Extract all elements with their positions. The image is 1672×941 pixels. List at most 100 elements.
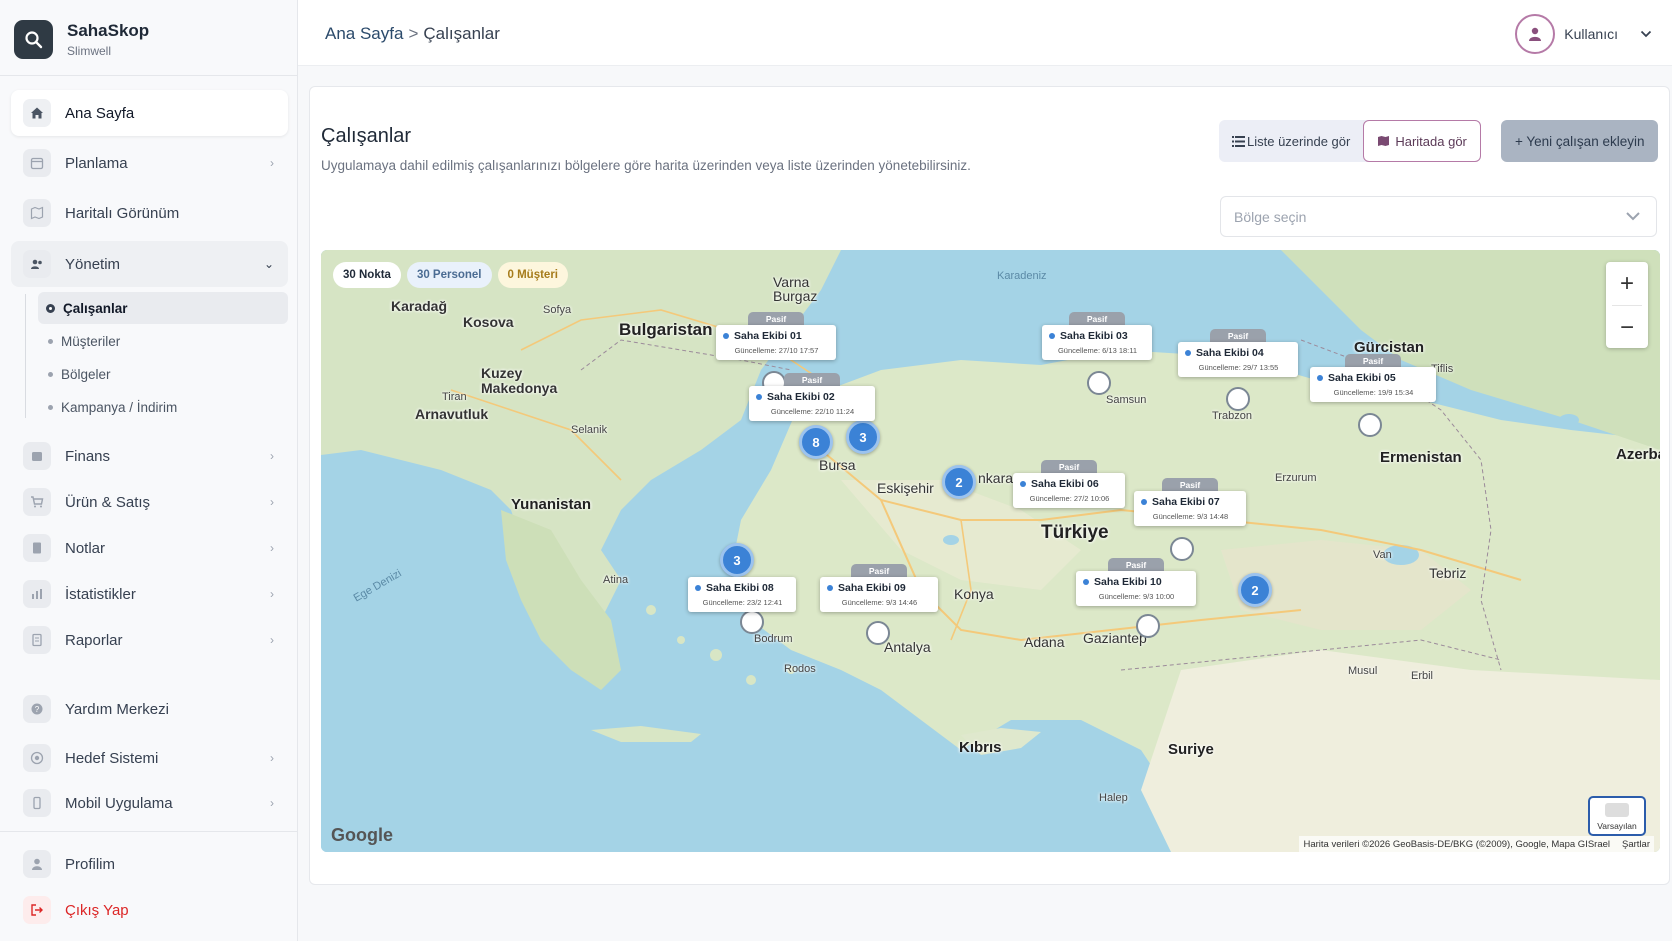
- zoom-in-button[interactable]: +: [1606, 262, 1648, 305]
- terms-link[interactable]: Şartlar: [1622, 839, 1650, 850]
- map-type-button[interactable]: Varsayılan: [1588, 796, 1646, 836]
- sidebar-item-mobile-app[interactable]: Mobil Uygulama ›: [11, 780, 288, 826]
- employee-name: Saha Ekibi 01: [723, 330, 830, 342]
- employee-name: Saha Ekibi 09: [827, 582, 932, 594]
- sidebar-item-finance[interactable]: Finans ›: [11, 433, 288, 479]
- location-pin-icon[interactable]: [1136, 614, 1160, 638]
- sidebar-item-target-system[interactable]: Hedef Sistemi ›: [11, 735, 288, 781]
- region-select[interactable]: Bölge seçin: [1220, 196, 1657, 237]
- map-thumbnail-icon: [1605, 803, 1629, 817]
- location-pin-icon[interactable]: [1226, 387, 1250, 411]
- map-stats: 30 Nokta 30 Personel 0 Müşteri: [333, 262, 569, 288]
- map-label-city: Samsun: [1106, 394, 1147, 406]
- employee-marker[interactable]: Pasif Saha Ekibi 10 Güncelleme: 9/3 10:00: [1076, 558, 1196, 606]
- sidebar-item-statistics[interactable]: İstatistikler ›: [11, 571, 288, 617]
- map-label-country: Arnavutluk: [415, 406, 489, 422]
- sub-item-employees[interactable]: Çalışanlar: [38, 292, 288, 324]
- chevron-right-icon: ›: [270, 796, 274, 810]
- cluster-marker[interactable]: 2: [942, 465, 976, 499]
- sidebar-item-label: Yönetim: [65, 255, 121, 273]
- sidebar-item-label: Notlar: [65, 539, 106, 557]
- location-pin-icon[interactable]: [866, 621, 890, 645]
- sidebar-item-reports[interactable]: Raporlar ›: [11, 617, 288, 663]
- sub-item-label: Müşteriler: [61, 333, 121, 349]
- bullet-icon: [48, 371, 53, 377]
- sidebar-item-logout[interactable]: Çıkış Yap: [11, 887, 288, 933]
- attribution-text: Harita verileri ©2026 GeoBasis-DE/BKG (©…: [1303, 838, 1611, 850]
- sidebar-item-product-sales[interactable]: Ürün & Satış ›: [11, 479, 288, 525]
- map-label-country: Yunanistan: [511, 496, 592, 513]
- status-badge: Pasif: [851, 564, 907, 577]
- sidebar-item-help[interactable]: ? Yardım Merkezi: [11, 686, 288, 732]
- bullet-icon: [48, 338, 53, 344]
- list-view-button[interactable]: Liste üzerinde gör: [1219, 120, 1363, 162]
- location-pin-icon[interactable]: [1087, 371, 1111, 395]
- last-updated: Güncelleme: 23/2 12:41: [702, 598, 783, 607]
- employees-map[interactable]: Karadeniz Ege Denizi Bulgaristan Türkiye…: [321, 250, 1660, 852]
- employee-marker[interactable]: Pasif Saha Ekibi 06 Güncelleme: 27/2 10:0…: [1013, 460, 1125, 508]
- region-select-placeholder: Bölge seçin: [1234, 208, 1307, 225]
- view-toggle: Liste üzerinde gör Haritada gör: [1219, 120, 1481, 162]
- map-label-city: Trabzon: [1212, 410, 1252, 422]
- employee-marker[interactable]: Pasif Saha Ekibi 09 Güncelleme: 9/3 14:46: [820, 564, 938, 612]
- brand-name: SahaSkop: [67, 21, 150, 40]
- map-label-country: Kıbrıs: [959, 739, 1002, 756]
- map-label-city: Selanik: [571, 424, 608, 436]
- sub-item-customers[interactable]: Müşteriler: [38, 325, 288, 357]
- map-label-sea: Karadeniz: [997, 270, 1047, 282]
- add-employee-button[interactable]: + Yeni çalışan ekleyin: [1501, 120, 1659, 162]
- last-updated: Güncelleme: 29/7 13:55: [1198, 363, 1279, 372]
- map-label-city: Tiran: [442, 391, 467, 403]
- calendar-icon: [23, 149, 51, 177]
- sidebar-item-home[interactable]: Ana Sayfa: [11, 90, 288, 136]
- brand-subtitle: Slimwell: [67, 44, 112, 58]
- employee-name: Saha Ekibi 02: [756, 391, 869, 403]
- employee-marker[interactable]: Saha Ekibi 08 Güncelleme: 23/2 12:41: [688, 564, 796, 612]
- sidebar-item-profile[interactable]: Profilim: [11, 841, 288, 887]
- employee-marker[interactable]: Pasif Saha Ekibi 04 Güncelleme: 29/7 13:5…: [1178, 329, 1298, 377]
- employee-name: Saha Ekibi 05: [1317, 372, 1430, 384]
- map-label-city: Antalya: [884, 639, 931, 655]
- sub-item-regions[interactable]: Bölgeler: [38, 358, 288, 390]
- user-icon: [23, 850, 51, 878]
- employee-marker[interactable]: Pasif Saha Ekibi 01 Güncelleme: 27/10 17:…: [716, 312, 836, 360]
- sidebar-item-planning[interactable]: Planlama ›: [11, 140, 288, 186]
- list-icon: [1232, 135, 1245, 147]
- map-label-city: Burgaz: [773, 288, 818, 304]
- status-badge: Pasif: [1210, 329, 1266, 342]
- user-menu[interactable]: Kullanıcı: [1515, 14, 1652, 54]
- sidebar-item-notes[interactable]: Notlar ›: [11, 525, 288, 571]
- map-label-country: Suriye: [1168, 741, 1214, 758]
- employee-marker[interactable]: Pasif Saha Ekibi 07 Güncelleme: 9/3 14:48: [1134, 478, 1246, 526]
- sub-item-label: Bölgeler: [61, 366, 111, 382]
- employee-marker[interactable]: Pasif Saha Ekibi 03 Güncelleme: 6/13 18:1…: [1042, 312, 1152, 360]
- map-view-button[interactable]: Haritada gör: [1363, 120, 1481, 162]
- last-updated: Güncelleme: 9/3 14:48: [1152, 512, 1229, 521]
- cluster-marker[interactable]: 8: [799, 425, 833, 459]
- cluster-marker[interactable]: 2: [1238, 573, 1272, 607]
- last-updated: Güncelleme: 27/10 17:57: [734, 346, 819, 355]
- employee-marker[interactable]: Pasif Saha Ekibi 02 Güncelleme: 22/10 11:…: [749, 373, 875, 421]
- employee-name: Saha Ekibi 04: [1185, 347, 1292, 359]
- search-logo-icon: [14, 20, 53, 59]
- location-pin-icon[interactable]: [1358, 413, 1382, 437]
- map-view-label: Haritada gör: [1395, 133, 1467, 149]
- brand[interactable]: SahaSkop Slimwell: [14, 20, 149, 59]
- sidebar-item-management[interactable]: Yönetim ⌄: [11, 241, 288, 287]
- avatar: [1515, 14, 1556, 54]
- map-type-label: Varsayılan: [1597, 821, 1637, 831]
- location-pin-icon[interactable]: [740, 610, 764, 634]
- cluster-marker[interactable]: 3: [846, 420, 880, 454]
- map-label-country: Türkiye: [1041, 522, 1109, 543]
- employee-marker[interactable]: Pasif Saha Ekibi 05 Güncelleme: 19/9 15:3…: [1310, 354, 1436, 402]
- map-label-city: Van: [1373, 549, 1392, 561]
- sidebar-item-map-view[interactable]: Haritalı Görünüm: [11, 190, 288, 236]
- map-label-city: Eskişehir: [877, 480, 934, 496]
- zoom-out-button[interactable]: −: [1606, 306, 1648, 349]
- breadcrumb-home-link[interactable]: Ana Sayfa: [325, 24, 403, 43]
- sidebar-item-label: Profilim: [65, 855, 116, 873]
- sub-item-campaigns[interactable]: Kampanya / İndirim: [38, 391, 288, 423]
- divider: [0, 75, 298, 76]
- help-icon: ?: [23, 695, 51, 723]
- map-icon: [1378, 136, 1390, 146]
